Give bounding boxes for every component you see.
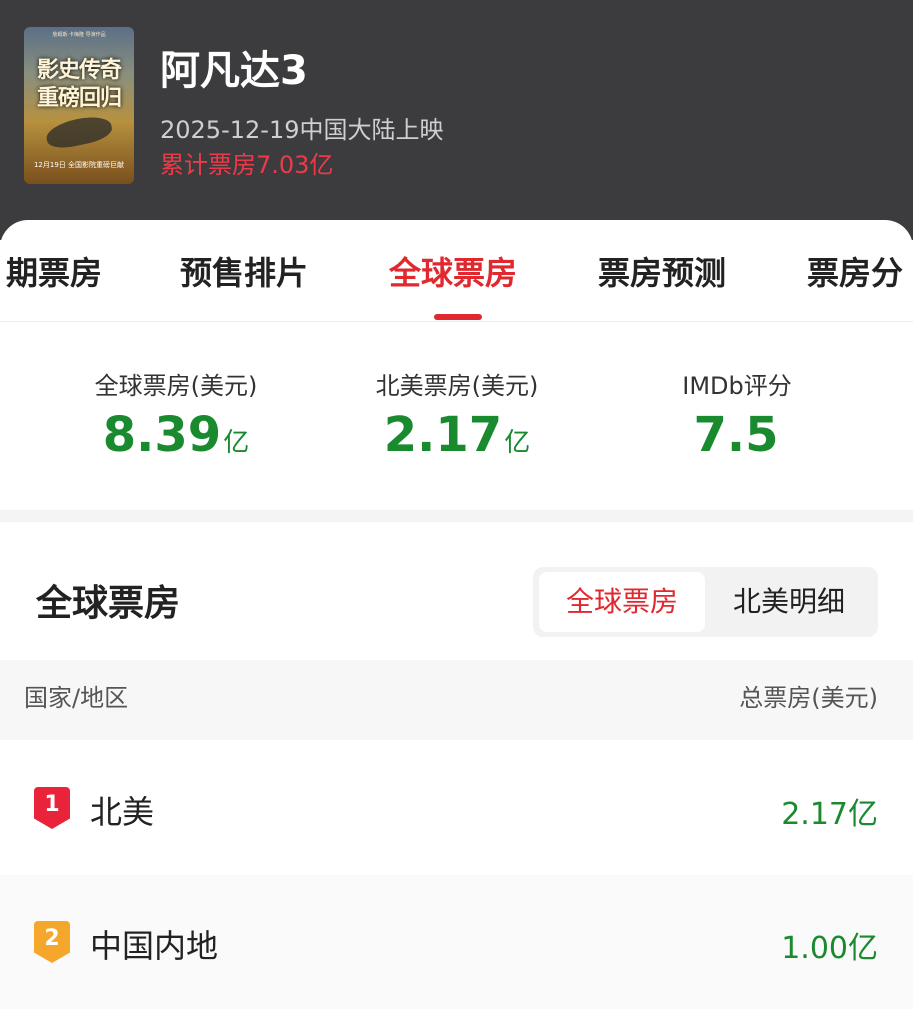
tab-box-office-forecast[interactable]: 票房预测 — [598, 248, 726, 294]
poster-date-text: 12月19日 全国影院重磅巨献 — [33, 161, 125, 169]
active-tab-indicator — [434, 314, 482, 320]
segment-north-america-detail[interactable]: 北美明细 — [706, 572, 872, 632]
stat-number: 7.5 — [693, 407, 779, 463]
segment-global-box-office[interactable]: 全球票房 — [539, 572, 705, 632]
region-name: 中国内地 — [90, 927, 219, 965]
stat-imdb-rating: IMDb评分 7.5 — [587, 322, 887, 463]
table-row[interactable]: 1 北美 2.17亿 — [0, 741, 913, 875]
stat-number: 8.39 — [102, 407, 222, 463]
region-total: 2.17亿 — [781, 797, 878, 832]
segmented-control: 全球票房 北美明细 — [533, 567, 878, 637]
stat-value: 2.17亿 — [307, 407, 607, 463]
table-row[interactable]: 2 中国内地 1.00亿 — [0, 875, 913, 1009]
cumulative-box-office: 累计票房7.03亿 — [160, 151, 334, 179]
stat-label: IMDb评分 — [682, 372, 792, 400]
poster-top-text: 詹姆斯·卡梅隆 导演作品 — [52, 32, 106, 38]
region-total: 1.00亿 — [781, 931, 878, 966]
column-header-region: 国家/地区 — [24, 684, 129, 712]
region-name: 北美 — [90, 793, 155, 831]
tab-box-office-analysis[interactable]: 票房分 — [807, 248, 903, 294]
tab-presale-schedule[interactable]: 预售排片 — [180, 248, 308, 294]
poster-tagline-line2: 重磅回归 — [36, 86, 122, 111]
stat-unit: 亿 — [504, 428, 531, 458]
table-header: 国家/地区 总票房(美元) — [0, 660, 913, 740]
stat-global-box-office: 全球票房(美元) 8.39亿 — [26, 322, 326, 463]
tab-global-box-office[interactable]: 全球票房 — [389, 248, 517, 294]
stat-value: 7.5 — [587, 407, 887, 463]
section-title: 全球票房 — [36, 583, 181, 624]
poster-tagline-line1: 影史传奇 — [36, 58, 122, 83]
stat-north-america-box-office: 北美票房(美元) 2.17亿 — [307, 322, 607, 463]
stat-unit: 亿 — [223, 428, 250, 458]
section-divider — [0, 510, 913, 522]
stat-label: 全球票房(美元) — [94, 372, 258, 400]
movie-title: 阿凡达3 — [160, 48, 308, 94]
rank-badge: 1 — [34, 787, 70, 829]
tab-period-box-office[interactable]: 期票房 — [6, 248, 102, 294]
column-header-total: 总票房(美元) — [739, 684, 878, 712]
poster-tagline: 影史传奇 重磅回归 — [24, 57, 134, 113]
stat-value: 8.39亿 — [26, 407, 326, 463]
release-info: 2025-12-19中国大陆上映 — [160, 116, 444, 144]
movie-poster[interactable]: 詹姆斯·卡梅隆 导演作品 影史传奇 重磅回归 12月19日 全国影院重磅巨献 — [24, 27, 134, 184]
rank-badge: 2 — [34, 921, 70, 963]
stat-label: 北美票房(美元) — [375, 372, 539, 400]
movie-header: 詹姆斯·卡梅隆 导演作品 影史传奇 重磅回归 12月19日 全国影院重磅巨献 阿… — [0, 0, 913, 240]
stat-number: 2.17 — [383, 407, 503, 463]
poster-creature-image — [44, 112, 114, 152]
summary-stats: 全球票房(美元) 8.39亿 北美票房(美元) 2.17亿 IMDb评分 7.5 — [0, 322, 913, 510]
tab-bar: 期票房 预售排片 全球票房 票房预测 票房分 — [0, 220, 913, 322]
